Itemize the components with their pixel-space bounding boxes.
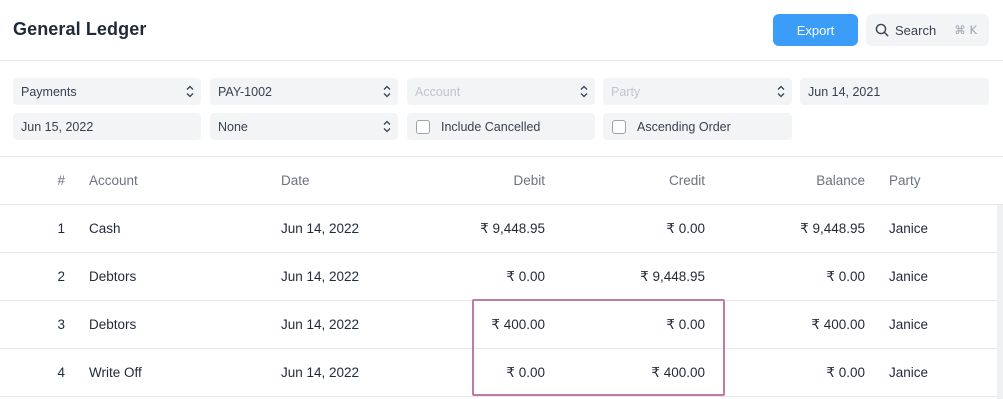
row-credit: ₹ 9,448.95	[640, 269, 705, 284]
row-number: 1	[57, 221, 65, 236]
row-account: Cash	[89, 221, 121, 236]
page-header: General Ledger Export Search ⌘ K	[0, 0, 1003, 61]
from-date-input[interactable]: Jun 14, 2021	[800, 78, 989, 105]
table-row[interactable]: 1 Cash Jun 14, 2022 ₹ 9,448.95 ₹ 0.00 ₹ …	[0, 205, 1003, 253]
column-header-credit: Credit	[668, 173, 705, 188]
column-header-number: #	[57, 173, 65, 188]
column-header-balance: Balance	[816, 173, 865, 188]
row-party: Janice	[889, 365, 929, 380]
select-caret-icon	[580, 85, 588, 98]
row-date: Jun 14, 2022	[281, 317, 360, 332]
include-cancelled-checkbox[interactable]: Include Cancelled	[407, 113, 595, 140]
checkbox-box[interactable]	[416, 119, 430, 134]
row-debit: ₹ 400.00	[491, 317, 545, 332]
row-account: Debtors	[89, 317, 137, 332]
row-debit: ₹ 9,448.95	[480, 221, 545, 236]
row-number: 3	[57, 317, 65, 332]
ascending-order-checkbox[interactable]: Ascending Order	[603, 113, 792, 140]
include-cancelled-label: Include Cancelled	[441, 119, 541, 134]
row-credit: ₹ 0.00	[666, 221, 705, 236]
checkbox-box[interactable]	[612, 119, 626, 134]
select-caret-icon	[777, 85, 785, 98]
party-placeholder: Party	[611, 84, 641, 99]
account-placeholder: Account	[415, 84, 461, 99]
row-credit: ₹ 0.00	[666, 317, 705, 332]
table-scrollbar[interactable]	[997, 205, 1003, 399]
row-account: Debtors	[89, 269, 137, 284]
reference-type-select[interactable]: Payments	[13, 78, 201, 105]
row-party: Janice	[889, 269, 929, 284]
table-row[interactable]: 3 Debtors Jun 14, 2022 ₹ 400.00 ₹ 0.00 ₹…	[0, 301, 1003, 349]
group-by-value: None	[218, 119, 248, 134]
select-caret-icon	[186, 85, 194, 98]
group-by-select[interactable]: None	[210, 113, 398, 140]
to-date-value: Jun 15, 2022	[21, 119, 94, 134]
column-header-date: Date	[281, 173, 310, 188]
page-title: General Ledger	[13, 19, 147, 39]
row-balance: ₹ 0.00	[826, 365, 865, 380]
search-icon	[875, 23, 889, 37]
row-debit: ₹ 0.00	[506, 269, 545, 284]
search-shortcut: ⌘ K	[954, 23, 977, 37]
party-select[interactable]: Party	[603, 78, 792, 105]
row-party: Janice	[889, 317, 929, 332]
row-date: Jun 14, 2022	[281, 269, 360, 284]
column-header-account: Account	[89, 173, 138, 188]
row-party: Janice	[889, 221, 929, 236]
search-button[interactable]: Search ⌘ K	[866, 14, 989, 46]
from-date-value: Jun 14, 2021	[808, 84, 881, 99]
row-credit: ₹ 400.00	[651, 365, 705, 380]
row-date: Jun 14, 2022	[281, 365, 360, 380]
select-caret-icon	[383, 85, 391, 98]
account-select[interactable]: Account	[407, 78, 595, 105]
row-debit: ₹ 0.00	[506, 365, 545, 380]
filter-bar: Payments PAY-1002 Account Party Jun 14, …	[0, 61, 1003, 157]
export-button[interactable]: Export	[773, 14, 858, 46]
search-label: Search	[895, 22, 937, 38]
table-row[interactable]: 2 Debtors Jun 14, 2022 ₹ 0.00 ₹ 9,448.95…	[0, 253, 1003, 301]
row-balance: ₹ 9,448.95	[800, 221, 865, 236]
select-caret-icon	[383, 120, 391, 133]
row-balance: ₹ 0.00	[826, 269, 865, 284]
row-number: 4	[57, 365, 65, 380]
ascending-order-label: Ascending Order	[637, 119, 731, 134]
table-header: # Account Date Debit Credit Balance Part…	[0, 157, 1003, 205]
row-balance: ₹ 400.00	[811, 317, 865, 332]
to-date-input[interactable]: Jun 15, 2022	[13, 113, 201, 140]
row-account: Write Off	[89, 365, 142, 380]
reference-name-value: PAY-1002	[218, 84, 272, 99]
row-date: Jun 14, 2022	[281, 221, 360, 236]
table-row[interactable]: 4 Write Off Jun 14, 2022 ₹ 0.00 ₹ 400.00…	[0, 349, 1003, 397]
reference-name-select[interactable]: PAY-1002	[210, 78, 398, 105]
column-header-party: Party	[889, 173, 921, 188]
reference-type-value: Payments	[21, 84, 77, 99]
column-header-debit: Debit	[513, 173, 545, 188]
row-number: 2	[57, 269, 65, 284]
